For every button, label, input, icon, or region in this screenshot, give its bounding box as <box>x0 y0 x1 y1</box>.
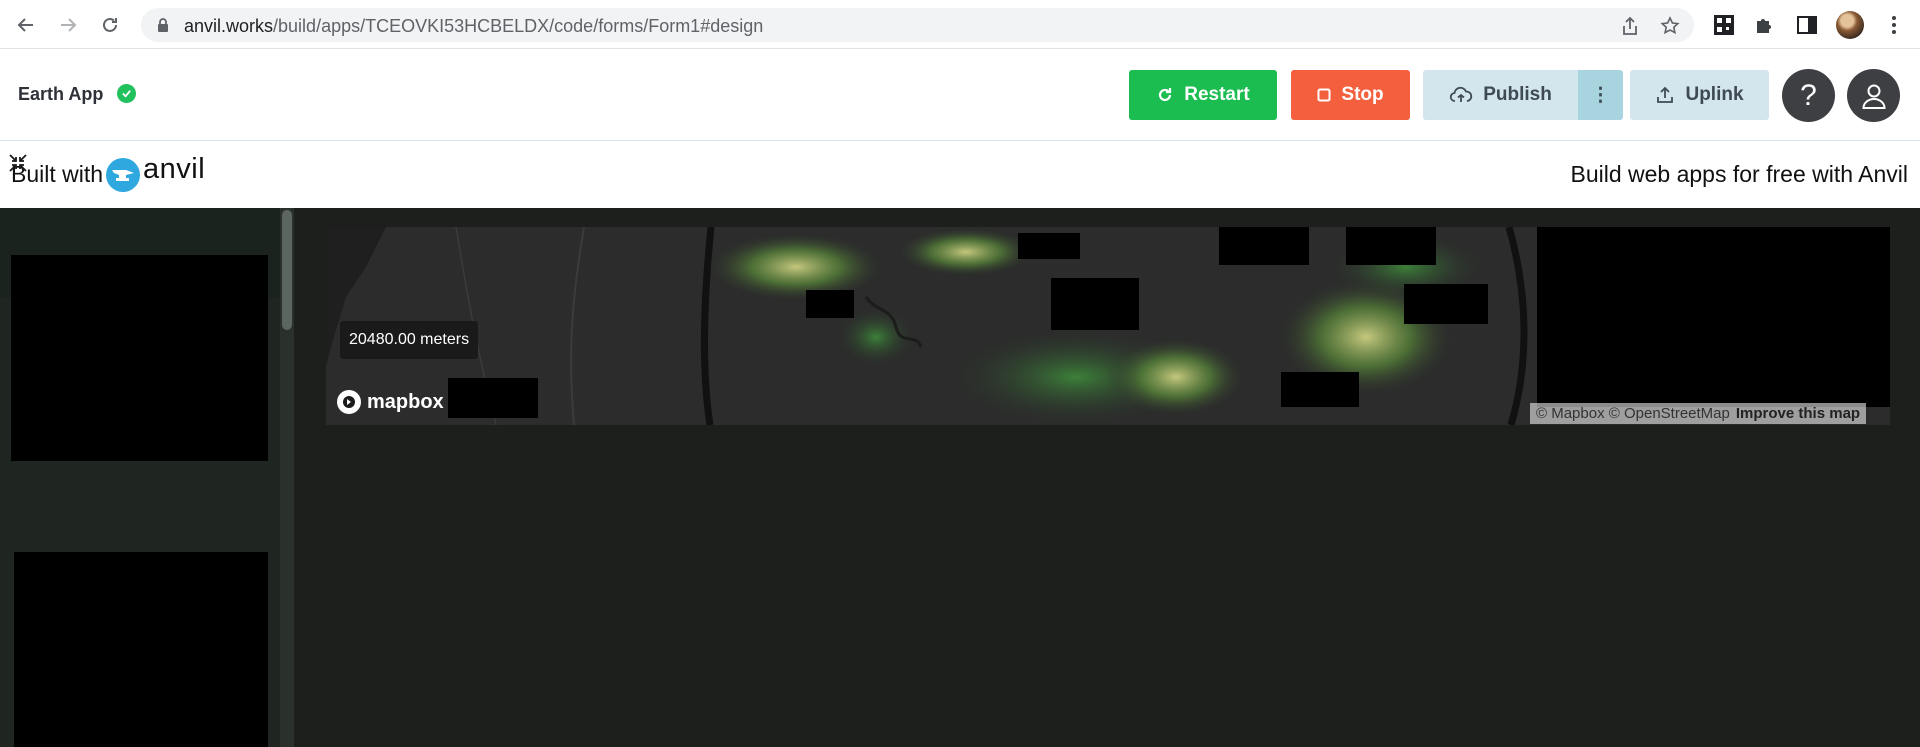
collapse-icon[interactable] <box>8 153 28 173</box>
restart-label: Restart <box>1184 84 1250 105</box>
reload-icon[interactable] <box>97 12 123 38</box>
publish-label: Publish <box>1483 84 1552 105</box>
share-icon[interactable] <box>1620 16 1640 36</box>
restart-button[interactable]: Restart <box>1129 70 1277 120</box>
built-with-banner: Built with anvil Build web apps for free… <box>0 141 1920 208</box>
user-icon <box>1861 84 1886 109</box>
address-bar[interactable]: anvil.works/build/apps/TCEOVKI53HCBELDX/… <box>141 8 1694 42</box>
mapbox-icon <box>337 390 361 414</box>
uplink-label: Uplink <box>1685 84 1744 105</box>
sidepanel-icon[interactable] <box>1795 13 1819 37</box>
redacted-block <box>11 255 268 461</box>
mapbox-logo[interactable]: mapbox <box>337 390 444 414</box>
sidebar <box>0 208 280 747</box>
anvil-wordmark[interactable]: anvil <box>143 153 205 186</box>
stop-icon <box>1317 88 1331 102</box>
stop-label: Stop <box>1341 84 1384 105</box>
uplink-button[interactable]: Uplink <box>1630 70 1769 120</box>
redacted-block <box>14 552 268 747</box>
account-button[interactable] <box>1847 69 1900 122</box>
mapbox-wordmark: mapbox <box>367 390 444 413</box>
map-canvas <box>326 227 1890 425</box>
stop-button[interactable]: Stop <box>1291 70 1410 120</box>
map[interactable] <box>326 227 1890 425</box>
map-attribution: © Mapbox © OpenStreetMap Improve this ma… <box>1530 403 1867 424</box>
upload-icon <box>1657 86 1674 103</box>
qr-icon[interactable] <box>1712 13 1736 37</box>
help-button[interactable]: ? <box>1782 69 1835 122</box>
back-icon[interactable] <box>13 12 39 38</box>
publish-button[interactable]: Publish <box>1423 70 1578 120</box>
cloud-upload-icon <box>1450 86 1473 102</box>
check-icon <box>117 84 136 103</box>
app-header: Earth App Restart Stop Publish ⋮ Uplink … <box>0 49 1920 141</box>
build-free-link[interactable]: Build web apps for free with Anvil <box>1570 161 1908 188</box>
scale-label: 20480.00 meters <box>340 321 479 359</box>
puzzle-icon[interactable] <box>1753 13 1777 37</box>
sidebar-scroll-thumb[interactable] <box>282 210 292 330</box>
profile-avatar[interactable] <box>1836 11 1864 39</box>
star-icon[interactable] <box>1660 16 1680 36</box>
anvil-logo-icon[interactable] <box>106 158 140 192</box>
forward-icon[interactable] <box>55 12 81 38</box>
publish-more-button[interactable]: ⋮ <box>1578 70 1623 120</box>
attribution-text[interactable]: © Mapbox © OpenStreetMap <box>1536 405 1730 422</box>
help-label: ? <box>1800 78 1817 112</box>
improve-map-link[interactable]: Improve this map <box>1736 405 1860 422</box>
browser-toolbar: anvil.works/build/apps/TCEOVKI53HCBELDX/… <box>0 0 1920 49</box>
restart-icon <box>1159 88 1172 102</box>
app-name: Earth App <box>18 84 104 104</box>
lock-icon <box>155 17 171 33</box>
more-label: ⋮ <box>1591 84 1610 106</box>
redacted-block <box>448 378 538 418</box>
url-text: anvil.works/build/apps/TCEOVKI53HCBELDX/… <box>184 16 764 36</box>
menu-icon[interactable] <box>1882 13 1906 37</box>
